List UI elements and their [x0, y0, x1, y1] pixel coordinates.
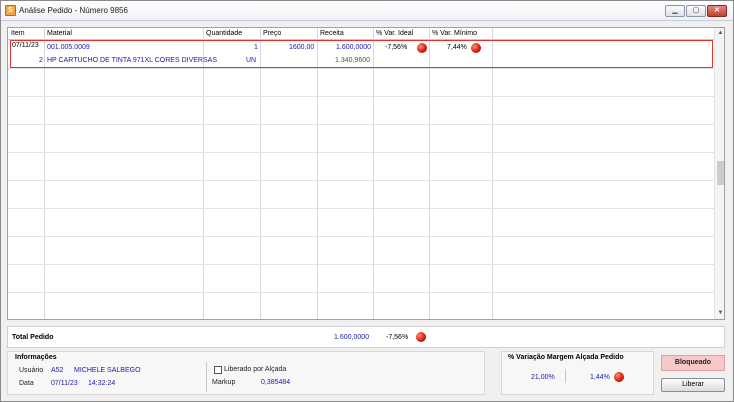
order-items-grid[interactable]: Item Material Quantidade Preço Receita %… — [7, 27, 725, 320]
column-header-item[interactable]: Item — [11, 30, 25, 37]
liberado-alcada-checkbox[interactable] — [214, 366, 222, 374]
margin-variation-panel: % Variação Margem Alçada Pedido 21,00% 1… — [501, 351, 654, 395]
column-divider — [492, 28, 493, 319]
info-panel: Informações Usuário A52 MICHELE SALBEGO … — [7, 351, 485, 395]
cell-receita-secondary: 1.340,9600 — [335, 57, 371, 64]
column-header-preco[interactable]: Preço — [263, 30, 281, 37]
maximize-icon[interactable]: ▢ — [686, 5, 706, 17]
cell-item-date: 07/11/23 — [12, 42, 39, 49]
row-divider — [8, 264, 714, 265]
column-header-var-ideal[interactable]: % Var. Ideal — [376, 30, 413, 37]
status-red-icon — [471, 43, 481, 53]
data-label: Data — [19, 380, 34, 387]
row-divider — [8, 292, 714, 293]
row-divider — [8, 96, 714, 97]
order-total-bar: Total Pedido 1.600,0000 -7,56% — [7, 326, 725, 348]
data-date: 07/11/23 — [51, 380, 78, 387]
row-divider — [8, 124, 714, 125]
column-divider — [317, 28, 318, 319]
usuario-label: Usuário — [19, 367, 44, 374]
grid-header: Item Material Quantidade Preço Receita %… — [8, 28, 714, 40]
info-title: Informações — [15, 354, 57, 361]
margin-value-ideal: 21,00% — [531, 374, 555, 381]
usuario-name: MICHELE SALBEGO — [74, 367, 141, 374]
cell-preco: 1600,00 — [289, 44, 315, 51]
margin-divider — [565, 369, 566, 383]
cell-quantidade: 1 — [254, 44, 258, 51]
blocked-status-badge: Bloqueado — [661, 355, 725, 371]
data-time: 14:32:24 — [88, 380, 116, 387]
column-header-material[interactable]: Material — [47, 30, 72, 37]
close-icon[interactable]: ✕ — [707, 5, 727, 17]
column-header-quantidade[interactable]: Quantidade — [206, 30, 242, 37]
column-divider — [260, 28, 261, 319]
scroll-up-icon[interactable]: ▲ — [715, 28, 724, 39]
status-red-icon — [416, 332, 426, 342]
row-divider — [8, 236, 714, 237]
status-red-icon — [614, 372, 624, 382]
margin-value-minimum: 1,44% — [590, 374, 610, 381]
minimize-icon[interactable]: ▁ — [665, 5, 685, 17]
row-divider — [8, 180, 714, 181]
column-divider — [429, 28, 430, 319]
title-bar[interactable]: S Análise Pedido - Número 9856 ▁ ▢ ✕ — [1, 1, 733, 21]
cell-receita: 1.600,0000 — [336, 44, 372, 51]
selected-table-row[interactable]: 07/11/23 001.005.0009 1 1600,00 1.600,00… — [10, 40, 713, 68]
app-logo-icon: S — [5, 5, 16, 16]
column-header-receita[interactable]: Receita — [320, 30, 344, 37]
cell-unit: UN — [246, 57, 257, 64]
row-divider — [8, 68, 714, 69]
vertical-scrollbar[interactable]: ▲ ▼ — [714, 28, 724, 319]
markup-label: Markup — [212, 379, 236, 386]
margin-title: % Variação Margem Alçada Pedido — [508, 354, 624, 361]
column-divider — [373, 28, 374, 319]
total-label: Total Pedido — [12, 334, 54, 341]
usuario-code: A52 — [51, 367, 64, 374]
order-analysis-window: S Análise Pedido - Número 9856 ▁ ▢ ✕ Ite… — [0, 0, 734, 402]
cell-item-number: 2 — [39, 57, 43, 64]
cell-var-minimo: 7,44% — [447, 44, 467, 51]
status-red-icon — [417, 43, 427, 53]
row-divider — [8, 152, 714, 153]
scroll-down-icon[interactable]: ▼ — [715, 308, 724, 319]
cell-material-code: 001.005.0009 — [47, 44, 90, 51]
total-var-ideal: -7,56% — [386, 334, 409, 341]
scrollbar-thumb[interactable] — [717, 161, 724, 185]
window-title: Análise Pedido - Número 9856 — [19, 6, 128, 15]
liberado-alcada-label: Liberado por Alçada — [224, 366, 287, 373]
panel-divider — [206, 362, 207, 392]
row-divider — [8, 208, 714, 209]
release-button[interactable]: Liberar — [661, 378, 725, 392]
cell-material-description: HP CARTUCHO DE TINTA 971XL CORES DIVERSA… — [47, 57, 217, 64]
total-receita: 1.600,0000 — [334, 334, 370, 341]
column-divider — [203, 28, 204, 319]
column-divider — [44, 28, 45, 319]
markup-value: 0,385484 — [261, 379, 291, 386]
column-header-var-minimo[interactable]: % Var. Mínimo — [432, 30, 477, 37]
cell-var-ideal: -7,56% — [385, 44, 408, 51]
